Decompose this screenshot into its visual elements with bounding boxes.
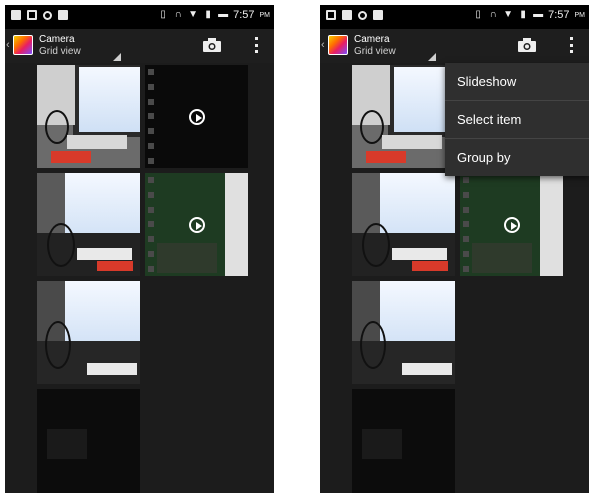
sync-icon (358, 10, 367, 20)
screenshot-icon (326, 10, 336, 20)
photo-thumbnail[interactable] (37, 65, 140, 168)
spinner-triangle-icon[interactable] (428, 53, 436, 61)
overflow-menu: Slideshow Select item Group by (445, 63, 589, 176)
status-bar: ▯ ∩ ▼ ▮ ▬ 7:57 PM (320, 5, 589, 29)
camera-app-icon[interactable] (328, 35, 348, 55)
action-bar: ‹ Camera Grid view (320, 29, 589, 63)
menu-item-select-item[interactable]: Select item (445, 101, 589, 139)
battery-icon: ▬ (533, 9, 544, 20)
photo-thumbnail[interactable] (352, 173, 455, 276)
video-thumbnail[interactable] (460, 173, 563, 276)
action-bar: ‹ Camera Grid view (5, 29, 274, 63)
sd-card-icon (373, 10, 383, 20)
back-chevron-icon[interactable]: ‹ (321, 39, 325, 51)
photo-thumbnail[interactable] (352, 281, 455, 384)
menu-item-slideshow[interactable]: Slideshow (445, 63, 589, 101)
photo-thumbnail[interactable] (352, 389, 455, 493)
spinner-triangle-icon[interactable] (113, 53, 121, 61)
vibrate-icon: ▯ (160, 9, 166, 20)
camera-icon[interactable] (203, 38, 221, 52)
notification-icon (11, 10, 21, 20)
headset-icon: ∩ (489, 9, 497, 20)
gallery-screen-right: ▯ ∩ ▼ ▮ ▬ 7:57 PM ‹ Camera Grid view Sli… (320, 5, 589, 493)
photo-thumbnail[interactable] (37, 173, 140, 276)
overflow-menu-icon[interactable] (568, 37, 574, 53)
play-icon (503, 216, 520, 233)
wifi-icon: ▼ (188, 9, 199, 20)
overflow-menu-icon[interactable] (253, 37, 259, 53)
sync-icon (43, 10, 52, 20)
status-ampm: PM (574, 11, 586, 19)
signal-icon: ▮ (205, 9, 211, 20)
wifi-icon: ▼ (503, 9, 514, 20)
video-thumbnail[interactable] (145, 65, 248, 168)
album-title[interactable]: Camera (354, 34, 390, 45)
headset-icon: ∩ (174, 9, 182, 20)
album-title[interactable]: Camera (39, 34, 75, 45)
photo-thumbnail[interactable] (37, 281, 140, 384)
view-mode-label[interactable]: Grid view (354, 46, 396, 57)
photo-thumbnail[interactable] (37, 389, 140, 493)
status-ampm: PM (259, 11, 271, 19)
photo-thumbnail[interactable] (352, 65, 455, 168)
signal-icon: ▮ (520, 9, 526, 20)
notification-icon (342, 10, 352, 20)
video-thumbnail[interactable] (145, 173, 248, 276)
menu-item-group-by[interactable]: Group by (445, 139, 589, 176)
battery-icon: ▬ (218, 9, 229, 20)
status-time: 7:57 (233, 9, 255, 21)
camera-icon[interactable] (518, 38, 536, 52)
screenshot-icon (27, 10, 37, 20)
vibrate-icon: ▯ (475, 9, 481, 20)
play-icon (188, 108, 205, 125)
gallery-screen-left: ▯ ∩ ▼ ▮ ▬ 7:57 PM ‹ Camera Grid view (5, 5, 274, 493)
status-bar: ▯ ∩ ▼ ▮ ▬ 7:57 PM (5, 5, 274, 29)
view-mode-label[interactable]: Grid view (39, 46, 81, 57)
status-time: 7:57 (548, 9, 570, 21)
play-icon (188, 216, 205, 233)
sd-card-icon (58, 10, 68, 20)
media-grid (37, 65, 249, 493)
back-chevron-icon[interactable]: ‹ (6, 39, 10, 51)
camera-app-icon[interactable] (13, 35, 33, 55)
